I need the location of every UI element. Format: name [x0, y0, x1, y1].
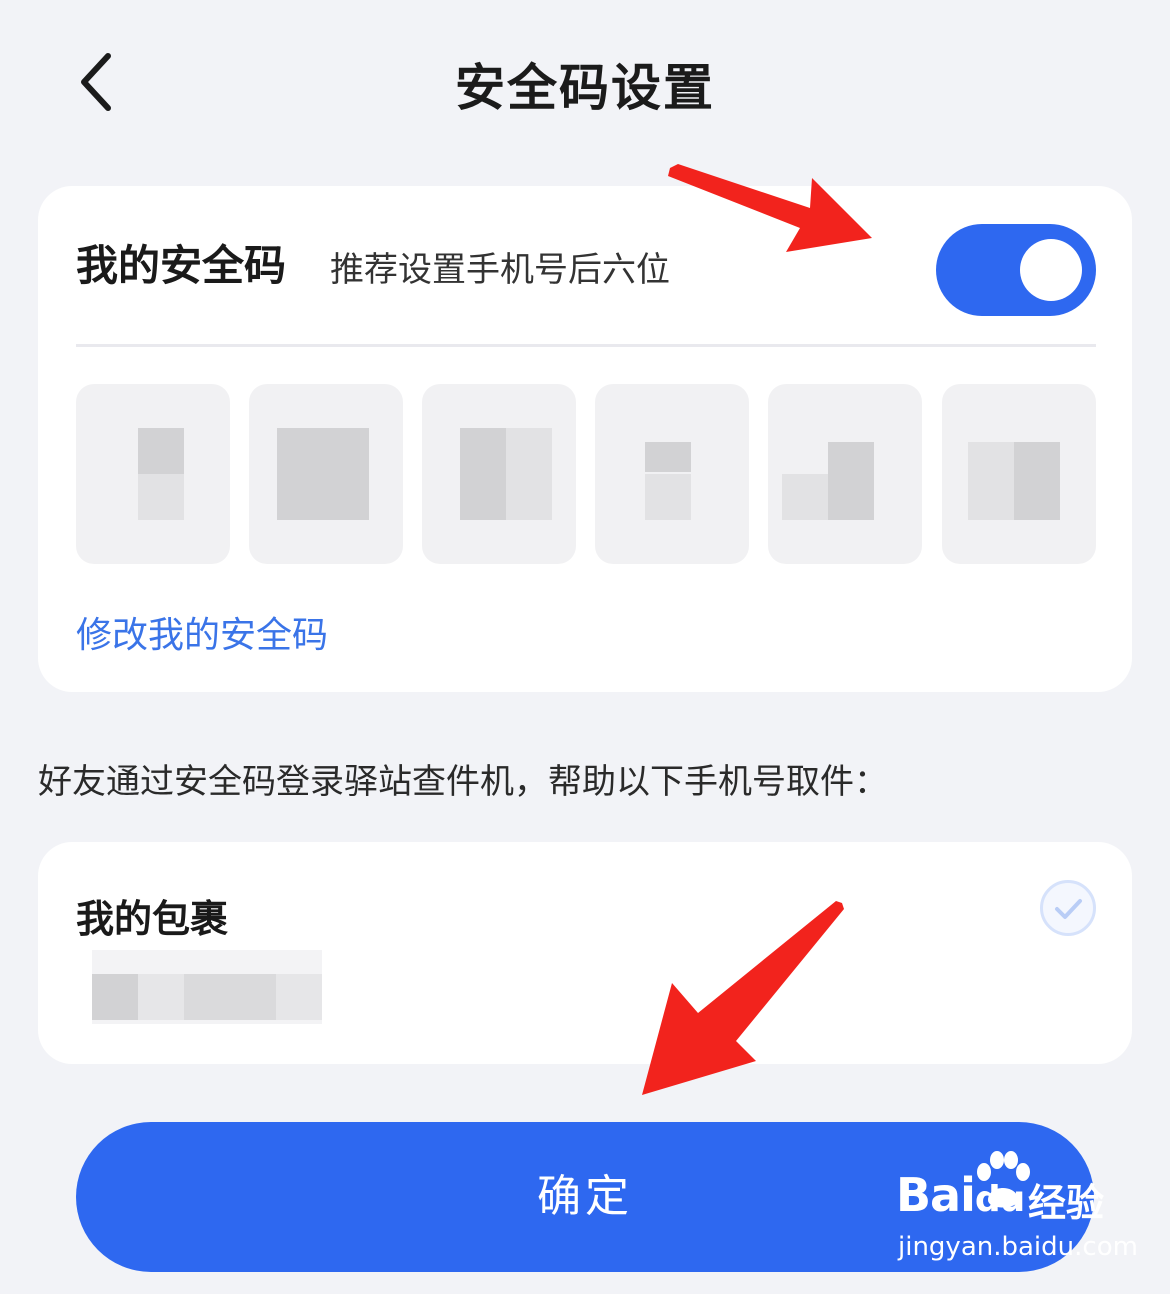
edit-security-code-link[interactable]: 修改我的安全码	[76, 606, 328, 658]
code-digit-box-3	[422, 384, 576, 564]
code-digit-box-1	[76, 384, 230, 564]
package-select-checkbox[interactable]	[1040, 880, 1096, 936]
check-icon	[1055, 899, 1082, 919]
security-code-hint: 推荐设置手机号后六位	[330, 250, 670, 290]
divider	[76, 344, 1096, 347]
code-digit-box-4	[595, 384, 749, 564]
annotation-arrow-icon	[642, 901, 844, 1095]
security-code-settings-page: 安全码设置 我的安全码 推荐设置手机号后六位 修改我的安全码 好友通过安全码登录…	[0, 0, 1170, 1294]
my-packages-card[interactable]: 我的包裹	[38, 842, 1132, 1064]
security-code-digits	[76, 384, 1096, 564]
watermark-brand: Baidu	[896, 1168, 1025, 1222]
watermark-cn: 经验	[1028, 1181, 1105, 1225]
security-code-toggle[interactable]	[936, 224, 1096, 316]
code-digit-box-6	[942, 384, 1096, 564]
security-code-title: 我的安全码	[76, 241, 287, 290]
watermark-url: jingyan.baidu.com	[898, 1232, 1138, 1262]
toggle-knob	[1020, 239, 1082, 301]
annotation-arrow-icon	[668, 164, 872, 252]
code-digit-box-5	[768, 384, 922, 564]
header: 安全码设置	[0, 0, 1170, 160]
my-packages-title: 我的包裹	[76, 897, 229, 941]
baidu-jingyan-watermark: Baidu 经验 jingyan.baidu.com	[896, 1151, 1138, 1276]
security-code-card: 我的安全码 推荐设置手机号后六位 修改我的安全码	[38, 186, 1132, 692]
code-digit-box-2	[249, 384, 403, 564]
description-text: 好友通过安全码登录驿站查件机，帮助以下手机号取件：	[38, 762, 888, 802]
blurred-phone-number	[92, 950, 322, 1024]
page-title: 安全码设置	[455, 59, 715, 117]
